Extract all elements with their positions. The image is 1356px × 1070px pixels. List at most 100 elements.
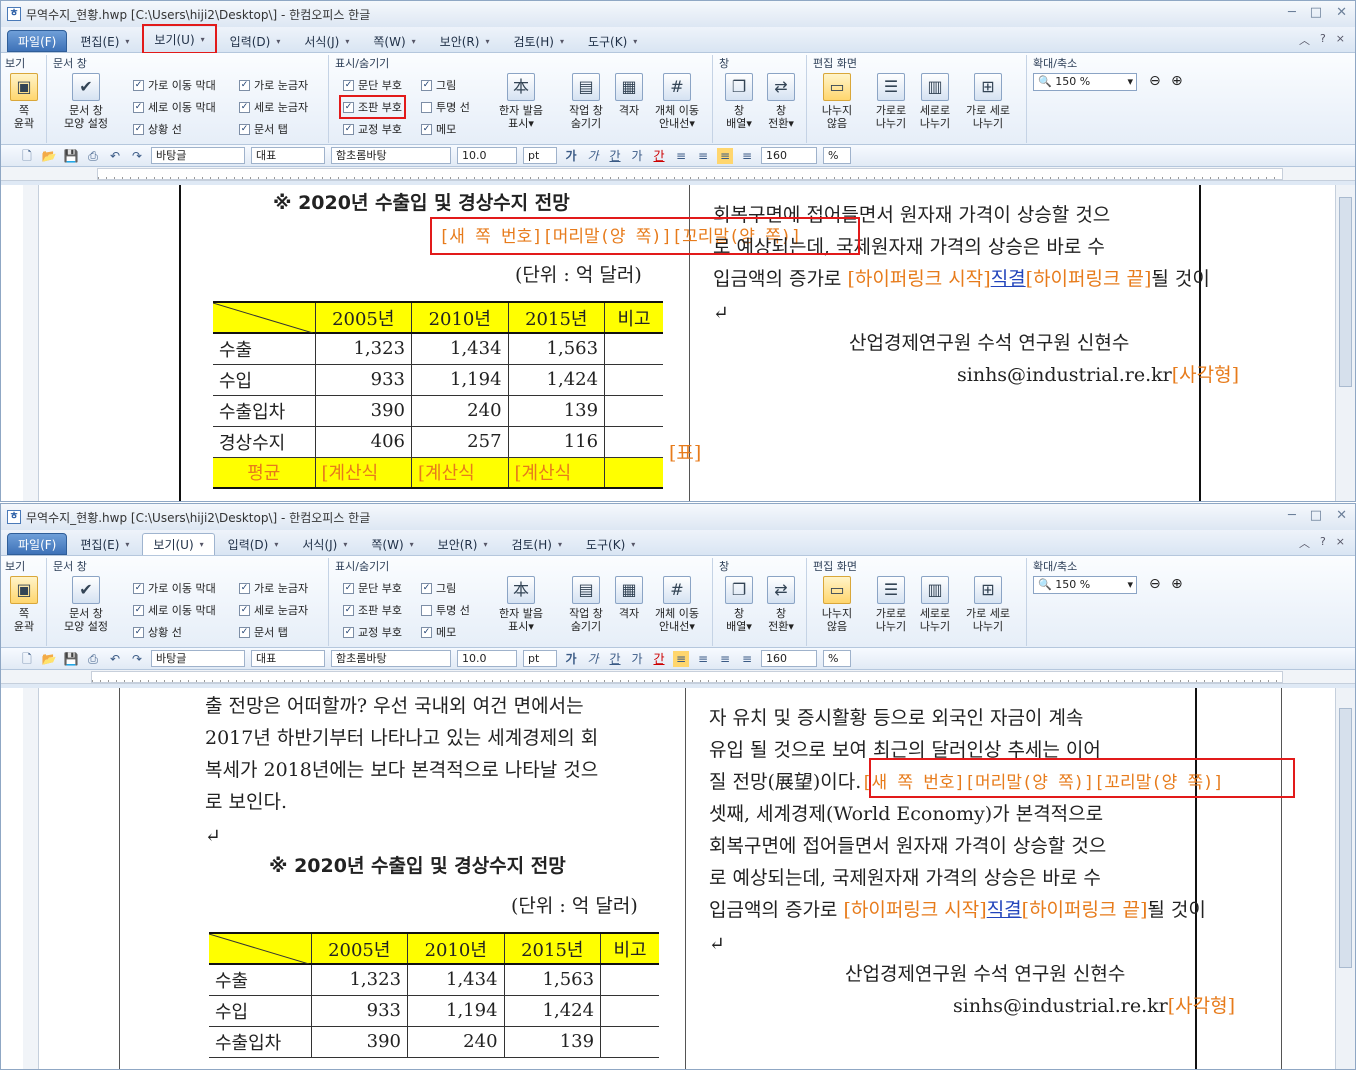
page-outline-button[interactable]: ▣ 쪽 윤곽 [9,73,39,130]
horizontal-ruler[interactable] [1,167,1355,181]
align-center-icon[interactable]: ≡ [717,651,733,667]
menu-page[interactable]: 쪽(W) ▾ [360,533,424,555]
unit-select[interactable]: pt [523,147,557,164]
hide-task-pane-button[interactable]: ▤ 작업 창 숨기기 [563,73,609,130]
hyperlink-text[interactable]: 직결 [987,899,1022,921]
save-icon[interactable]: 💾 [63,148,79,164]
italic-button[interactable]: 가 [585,651,601,667]
check-hscroll[interactable]: ✓ 가로 이동 막대 [133,77,216,93]
zoom-combo[interactable]: 🔍 150 % ▾ [1033,73,1137,91]
check-para-mark[interactable]: ✓ 문단 부호 [343,580,402,596]
line-spacing-input[interactable]: 160 [761,147,817,164]
check-vruler[interactable]: ✓ 세로 눈금자 [239,602,308,618]
zoom-combo[interactable]: 🔍 150 % ▾ [1033,576,1137,594]
zoom-in-icon[interactable]: ⊕ [1171,73,1183,89]
strike-button[interactable]: 가 [629,651,645,667]
menu-format[interactable]: 서식(J) ▾ [291,533,358,555]
align-right-icon[interactable]: ≡ [739,148,755,164]
menu-view[interactable]: 보기(U) ▾ [142,533,215,555]
zoom-out-icon[interactable]: ⊖ [1149,576,1161,592]
hvsplit-button[interactable]: ⊞ 가로 세로 나누기 [961,576,1015,633]
doc-close-icon[interactable]: × [1336,535,1345,551]
style-select[interactable]: 바탕글 [151,650,245,667]
check-control-code[interactable]: ✓ 조판 부호 [343,602,402,618]
lang-select[interactable]: 대표 [251,147,325,164]
font-color-button[interactable]: 간 [651,651,667,667]
help-icon[interactable]: ? [1320,32,1326,48]
menu-review[interactable]: 검토(H) ▾ [500,533,572,555]
doc-close-icon[interactable]: × [1336,32,1345,48]
strike-button[interactable]: 가 [629,148,645,164]
check-transparent-line[interactable]: 투명 선 [421,602,470,618]
align-right-icon[interactable]: ≡ [739,651,755,667]
check-para-mark[interactable]: ✓ 문단 부호 [343,77,402,93]
menu-page[interactable]: 쪽(W) ▾ [362,30,426,52]
menu-file[interactable]: 파일(F) [7,30,68,52]
new-doc-icon[interactable]: 🗋 [19,148,35,164]
collapse-ribbon-icon[interactable]: ︿ [1299,32,1310,48]
page-outline-button[interactable]: ▣ 쪽 윤곽 [9,576,39,633]
close-icon[interactable]: ✕ [1336,5,1347,20]
bold-button[interactable]: 가 [563,148,579,164]
menu-edit[interactable]: 편집(E) ▾ [69,30,140,52]
arrange-window-button[interactable]: ❐ 창 배열▾ [721,576,757,633]
minimize-icon[interactable]: ─ [1288,5,1296,20]
docwin-shape-button[interactable]: ✔ 문서 창 모양 설정 [57,73,115,130]
docwin-shape-button[interactable]: ✔ 문서 창 모양 설정 [57,576,115,633]
menu-input[interactable]: 입력(D) ▾ [217,533,290,555]
font-select[interactable]: 함초롬바탕 [331,650,451,667]
check-vruler[interactable]: ✓ 세로 눈금자 [239,99,308,115]
italic-button[interactable]: 가 [585,148,601,164]
menu-view[interactable]: 보기(U) ▾ [142,24,217,54]
redo-icon[interactable]: ↷ [129,651,145,667]
hide-task-pane-button[interactable]: ▤ 작업 창 숨기기 [563,576,609,633]
check-memo[interactable]: ✓ 메모 [421,121,456,137]
menu-format[interactable]: 서식(J) ▾ [293,30,360,52]
open-folder-icon[interactable]: 📂 [41,651,57,667]
lang-select[interactable]: 대표 [251,650,325,667]
font-select[interactable]: 함초롬바탕 [331,147,451,164]
new-doc-icon[interactable]: 🗋 [19,651,35,667]
menu-security[interactable]: 보안(R) ▾ [429,30,501,52]
hanja-reading-button[interactable]: 本 한자 발음 표시▾ [493,576,549,633]
undo-icon[interactable]: ↶ [107,651,123,667]
object-guide-button[interactable]: # 개체 이동 안내선▾ [647,576,707,633]
menu-file[interactable]: 파일(F) [7,533,68,555]
spacing-unit[interactable]: % [823,147,851,164]
grid-button[interactable]: ▦ 격자 [615,73,643,117]
check-control-code[interactable]: ✓ 조판 부호 [339,95,406,119]
object-guide-button[interactable]: # 개체 이동 안내선▾ [647,73,707,130]
vsplit-button[interactable]: ▥ 세로로 나누기 [915,73,955,130]
font-size-input[interactable]: 10.0 [457,650,517,667]
grid-button[interactable]: ▦ 격자 [615,576,643,620]
print-icon[interactable]: ⎙ [85,148,101,164]
check-doctab[interactable]: ✓ 문서 탭 [239,624,288,640]
underline-button[interactable]: 간 [607,148,623,164]
vsplit-button[interactable]: ▥ 세로로 나누기 [915,576,955,633]
align-left-icon[interactable]: ≡ [695,651,711,667]
menu-review[interactable]: 검토(H) ▾ [502,30,574,52]
horizontal-ruler[interactable] [1,670,1355,684]
hsplit-button[interactable]: ☰ 가로로 나누기 [871,73,911,130]
close-icon[interactable]: ✕ [1336,508,1347,523]
bold-button[interactable]: 가 [563,651,579,667]
check-memo[interactable]: ✓ 메모 [421,624,456,640]
zoom-in-icon[interactable]: ⊕ [1171,576,1183,592]
check-vscroll[interactable]: ✓ 세로 이동 막대 [133,99,216,115]
line-spacing-input[interactable]: 160 [761,650,817,667]
align-center-icon[interactable]: ≡ [717,147,733,164]
font-size-input[interactable]: 10.0 [457,147,517,164]
check-picture[interactable]: ✓ 그림 [421,580,456,596]
check-proof-mark[interactable]: ✓ 교정 부호 [343,624,402,640]
hvsplit-button[interactable]: ⊞ 가로 세로 나누기 [961,73,1015,130]
vertical-scrollbar[interactable] [1335,688,1355,1069]
check-proof-mark[interactable]: ✓ 교정 부호 [343,121,402,137]
spacing-unit[interactable]: % [823,650,851,667]
minimize-icon[interactable]: ─ [1288,508,1296,523]
menu-edit[interactable]: 편집(E) ▾ [69,533,140,555]
style-select[interactable]: 바탕글 [151,147,245,164]
open-folder-icon[interactable]: 📂 [41,148,57,164]
print-icon[interactable]: ⎙ [85,651,101,667]
check-hruler[interactable]: ✓ 가로 눈금자 [239,77,308,93]
check-picture[interactable]: ✓ 그림 [421,77,456,93]
